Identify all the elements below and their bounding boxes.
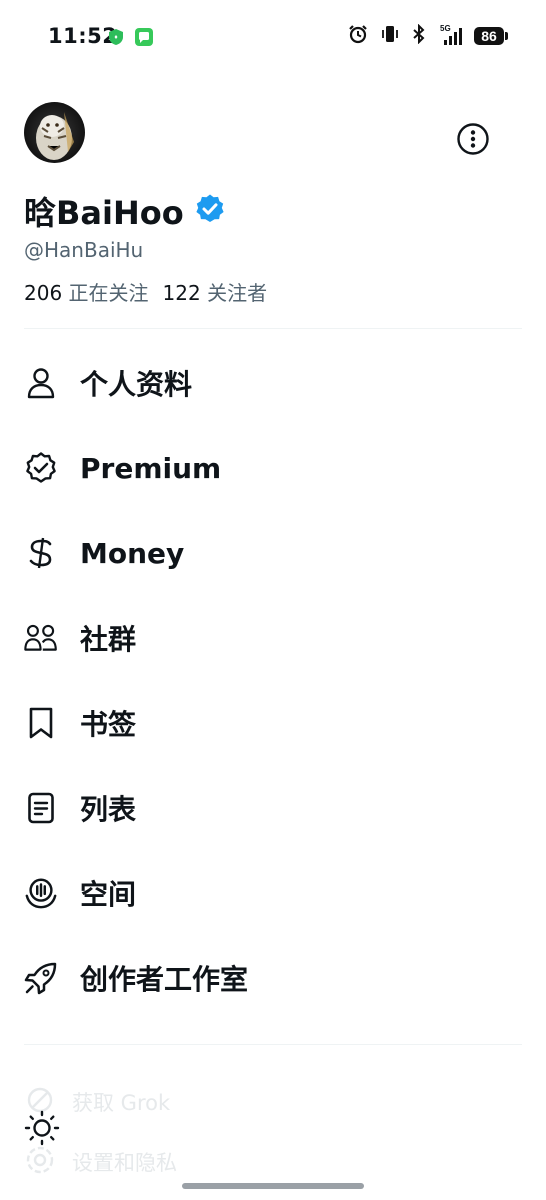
signal-label: 5G — [440, 24, 451, 33]
signal-5g-icon: 5G — [438, 24, 462, 46]
verified-badge-icon — [194, 193, 226, 229]
divider-bottom — [24, 1044, 522, 1045]
bluetooth-icon — [412, 23, 426, 48]
followers-count: 122 — [162, 281, 201, 305]
more-icon — [457, 123, 489, 155]
menu-item-label: 空间 — [80, 878, 137, 911]
menu-item-label: 创作者工作室 — [80, 963, 249, 996]
list-icon — [24, 791, 58, 825]
status-right-icons: 5G 86 — [348, 23, 508, 48]
sun-icon — [24, 1110, 60, 1146]
menu-item-bookmarks[interactable]: 书签 — [24, 693, 136, 753]
settings-gear-icon — [24, 1144, 56, 1180]
alarm-icon — [348, 24, 368, 48]
battery-indicator: 86 — [474, 27, 508, 45]
menu-item-money[interactable]: Money — [24, 523, 184, 583]
menu-item-communities[interactable]: 社群 — [24, 608, 136, 668]
rocket-icon — [24, 961, 58, 995]
followers-label: 关注者 — [207, 281, 268, 305]
status-left-icons — [108, 27, 154, 51]
settings-privacy-item[interactable]: 设置和隐私 — [24, 1144, 177, 1180]
verified-badge-icon — [24, 451, 58, 485]
dollar-icon — [24, 536, 58, 570]
followers-link[interactable]: 122 关注者 — [163, 277, 268, 306]
theme-toggle-button[interactable] — [24, 1110, 60, 1146]
menu-item-label: Premium — [80, 451, 222, 485]
user-handle: @HanBaiHu — [24, 238, 144, 262]
status-bar: 11:52 5G 86 — [0, 0, 546, 72]
message-icon — [134, 27, 154, 51]
vibrate-icon — [380, 24, 400, 48]
avatar[interactable] — [24, 102, 85, 163]
home-indicator[interactable] — [182, 1183, 364, 1189]
more-options-button[interactable] — [456, 122, 490, 156]
bookmark-icon — [24, 706, 58, 740]
menu-item-label: 书签 — [80, 708, 137, 741]
menu-item-profile[interactable]: 个人资料 — [24, 353, 192, 413]
spaces-icon — [24, 876, 58, 910]
get-grok-label: 获取 Grok — [72, 1091, 171, 1115]
divider-top — [24, 328, 522, 329]
following-link[interactable]: 206 正在关注 — [24, 277, 149, 306]
status-time: 11:52 — [48, 24, 118, 48]
menu-item-creator-studio[interactable]: 创作者工作室 — [24, 948, 248, 1008]
communities-icon — [24, 621, 58, 655]
menu-item-label: 列表 — [80, 793, 137, 826]
menu-item-label: 社群 — [80, 623, 137, 656]
following-count: 206 — [24, 281, 63, 305]
following-label: 正在关注 — [68, 281, 149, 305]
menu-item-label: Money — [80, 536, 185, 570]
display-name: 晗BaiHoo — [24, 194, 184, 232]
display-name-row[interactable]: 晗BaiHoo — [24, 188, 226, 234]
follow-stats: 206 正在关注 122 关注者 — [24, 277, 267, 306]
menu-item-lists[interactable]: 列表 — [24, 778, 136, 838]
menu-item-label: 个人资料 — [80, 368, 193, 401]
menu-item-premium[interactable]: Premium — [24, 438, 221, 498]
menu-item-spaces[interactable]: 空间 — [24, 863, 136, 923]
shield-icon — [108, 28, 124, 50]
settings-privacy-label: 设置和隐私 — [72, 1151, 177, 1175]
battery-level: 86 — [474, 27, 504, 45]
person-icon — [24, 366, 58, 400]
battery-tip — [505, 32, 508, 40]
